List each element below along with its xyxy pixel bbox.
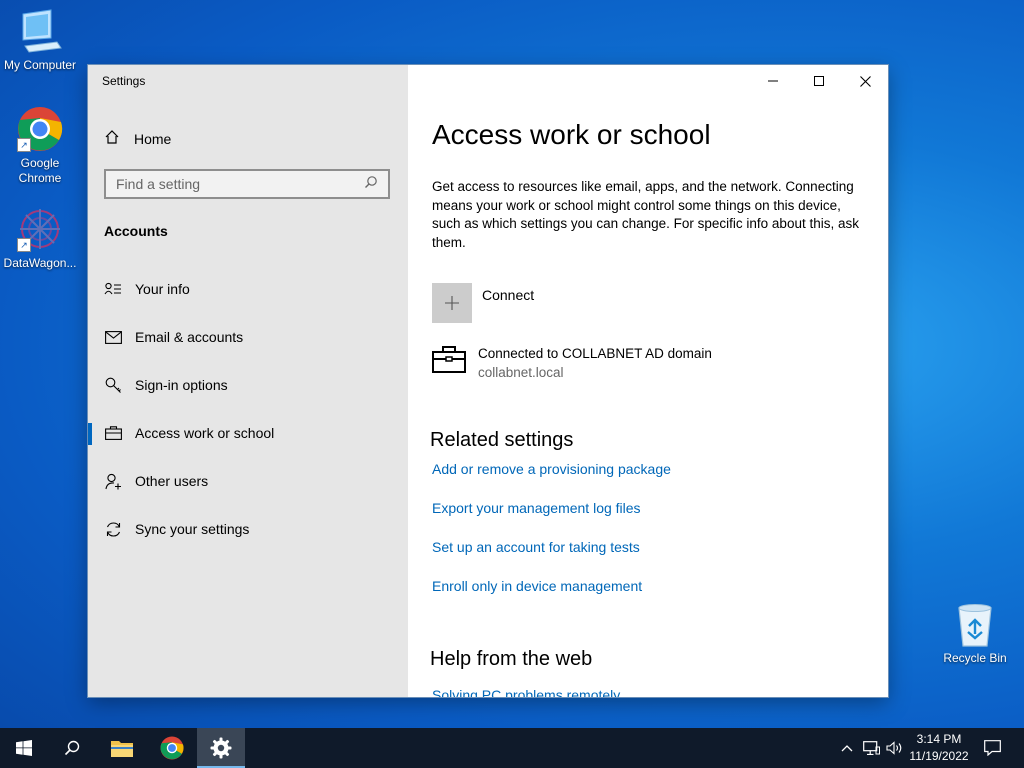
briefcase-icon: [432, 345, 466, 383]
desktop-icon-recycle-bin[interactable]: Recycle Bin: [937, 602, 1013, 665]
sidebar-item-your-info[interactable]: Your info: [88, 265, 408, 313]
show-hidden-icons-button[interactable]: [838, 728, 856, 768]
desktop-icon-my-computer[interactable]: My Computer: [0, 8, 80, 73]
chrome-icon: ↗: [17, 106, 63, 152]
window-title: Settings: [102, 74, 146, 88]
minimize-button[interactable]: [750, 65, 796, 97]
network-icon: [862, 741, 880, 755]
maximize-button[interactable]: [796, 65, 842, 97]
link-enroll-device-management[interactable]: Enroll only in device management: [432, 578, 642, 594]
computer-icon: [17, 8, 63, 54]
gear-icon: [210, 737, 232, 759]
sync-icon: [104, 520, 122, 538]
connect-button[interactable]: Connect: [432, 283, 534, 323]
home-nav-item[interactable]: Home: [104, 129, 171, 148]
notification-icon: [983, 740, 1001, 756]
volume-button[interactable]: [884, 728, 904, 768]
key-icon: [104, 376, 122, 394]
home-icon: [104, 129, 120, 148]
link-solving-pc-problems[interactable]: Solving PC problems remotely: [432, 687, 872, 697]
related-settings-heading: Related settings: [430, 429, 574, 451]
sidebar-item-label: Sign-in options: [135, 377, 228, 393]
clock[interactable]: 3:14 PM 11/19/2022: [904, 731, 974, 765]
help-heading: Help from the web: [430, 648, 593, 670]
windows-logo-icon: [16, 740, 32, 756]
page-title: Access work or school: [432, 119, 711, 150]
sidebar-item-label: Sync your settings: [135, 521, 250, 537]
briefcase-icon: [104, 424, 122, 442]
search-input[interactable]: [116, 176, 336, 192]
datawagon-icon: ↗: [17, 206, 63, 252]
settings-taskbar-button[interactable]: [197, 728, 245, 768]
add-person-icon: [104, 472, 122, 490]
shortcut-arrow-icon: ↗: [17, 138, 31, 152]
chrome-taskbar-button[interactable]: [148, 728, 196, 768]
search-icon: [64, 740, 80, 756]
desktop-icon-label: My Computer: [3, 58, 77, 72]
link-setup-test-account[interactable]: Set up an account for taking tests: [432, 539, 640, 555]
account-subtitle: collabnet.local: [478, 365, 564, 380]
sidebar-item-access-work-or-school[interactable]: Access work or school: [88, 409, 408, 457]
link-provisioning-package[interactable]: Add or remove a provisioning package: [432, 461, 671, 477]
start-button[interactable]: [0, 728, 48, 768]
chevron-up-icon: [841, 745, 853, 752]
search-icon[interactable]: [364, 175, 378, 194]
action-center-button[interactable]: [978, 728, 1006, 768]
connected-account-item[interactable]: Connected to COLLABNET AD domain collabn…: [432, 345, 712, 383]
section-heading-accounts: Accounts: [104, 223, 168, 239]
account-title: Connected to COLLABNET AD domain: [478, 346, 712, 361]
clock-time: 3:14 PM: [916, 732, 962, 746]
sidebar-item-sign-in-options[interactable]: Sign-in options: [88, 361, 408, 409]
clock-date: 11/19/2022: [909, 749, 969, 763]
home-label: Home: [134, 130, 172, 147]
file-explorer-button[interactable]: [98, 728, 146, 768]
desktop-icon-google-chrome[interactable]: ↗ Google Chrome: [0, 106, 80, 186]
help-link-clip: Solving PC problems remotely: [432, 687, 872, 697]
chrome-icon: [160, 736, 184, 760]
shortcut-arrow-icon: ↗: [17, 238, 31, 252]
desktop-icon-datawagon[interactable]: ↗ DataWagon...: [0, 206, 80, 271]
sidebar-item-label: Email & accounts: [135, 329, 244, 345]
recycle-bin-label: Recycle Bin: [943, 651, 1007, 665]
plus-icon: [432, 283, 472, 323]
folder-icon: [111, 741, 133, 757]
desktop-icon-label: DataWagon...: [3, 256, 77, 270]
close-icon: [859, 75, 871, 87]
sidebar-item-email-accounts[interactable]: Email & accounts: [88, 313, 408, 361]
page-description: Get access to resources like email, apps…: [432, 179, 859, 250]
mail-icon: [104, 328, 122, 346]
sidebar-item-label: Other users: [135, 473, 209, 489]
search-button[interactable]: [48, 728, 96, 768]
connect-label: Connect: [482, 287, 535, 303]
maximize-icon: [814, 76, 824, 86]
sidebar-item-other-users[interactable]: Other users: [88, 457, 408, 505]
search-box[interactable]: [104, 169, 390, 199]
recycle-bin-icon: [958, 604, 992, 647]
speaker-icon: [885, 741, 901, 755]
network-button[interactable]: [861, 728, 881, 768]
link-export-management-logs[interactable]: Export your management log files: [432, 500, 641, 516]
taskbar: 3:14 PM 11/19/2022: [0, 728, 1024, 768]
desktop-icon-label: Google Chrome: [18, 156, 62, 185]
sidebar-item-label: Your info: [135, 281, 190, 297]
settings-window: Settings Home Accounts Your info: [88, 65, 888, 697]
sidebar-item-sync-settings[interactable]: Sync your settings: [88, 505, 408, 553]
sidebar-item-label: Access work or school: [135, 425, 275, 441]
sidebar-nav: Your info Email & accounts Sign-in optio…: [88, 265, 408, 553]
window-caption-buttons: [750, 65, 888, 97]
person-card-icon: [104, 280, 122, 298]
minimize-icon: [768, 80, 778, 82]
sidebar: Settings Home Accounts Your info: [88, 65, 408, 697]
close-button[interactable]: [842, 65, 888, 97]
